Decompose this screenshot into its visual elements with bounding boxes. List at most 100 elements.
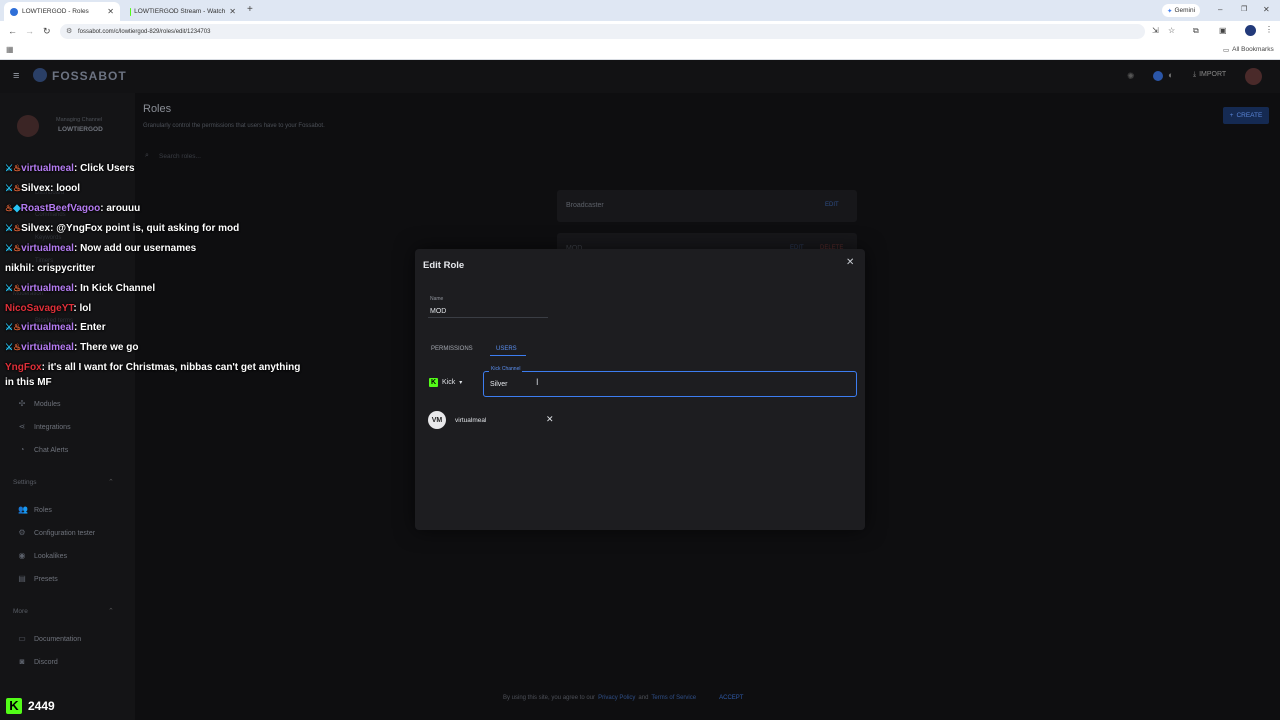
new-tab-button[interactable]: + — [247, 4, 253, 15]
sidebar-item-label: Roles — [34, 506, 52, 514]
chat-text: lol — [79, 303, 92, 314]
install-icon[interactable]: ⇲ — [1152, 26, 1159, 35]
chat-username: nikhil — [5, 263, 32, 274]
hamburger-icon[interactable]: ≡ — [13, 70, 19, 82]
close-tab-icon[interactable]: ✕ — [229, 7, 236, 16]
viewer-count-value: 2449 — [28, 699, 55, 713]
import-button[interactable]: ⤓ IMPORT — [1193, 71, 1226, 79]
folder-icon: ▭ — [1223, 47, 1230, 54]
profile-avatar[interactable] — [1245, 25, 1256, 36]
caret-down-icon: ▾ — [459, 380, 463, 386]
accept-cookies-button[interactable]: ACCEPT — [719, 695, 743, 701]
tab-users[interactable]: USERS — [496, 346, 517, 352]
fossabot-favicon-icon — [10, 7, 18, 16]
sidebar-item-lookalikes[interactable]: ◉ Lookalikes — [18, 552, 68, 560]
chat-message: ⚔♨virtualmeal: There we go — [5, 342, 139, 353]
sidebar-item-label: Presets — [34, 575, 58, 583]
kick-channel-value: Silver — [490, 381, 508, 388]
logo-text[interactable]: FOSSABOT — [52, 69, 127, 83]
back-icon[interactable]: ← — [8, 26, 17, 36]
chat-message: ⚔♨virtualmeal: Click Users — [5, 163, 135, 174]
close-tab-icon[interactable]: ✕ — [107, 7, 114, 16]
forward-icon[interactable]: → — [25, 26, 34, 36]
edit-role-dialog: Edit Role ✕ Name MOD PERMISSIONS USERS K… — [415, 249, 865, 530]
chevron-up-icon[interactable]: ⌃ — [108, 478, 114, 486]
role-name: Broadcaster — [566, 202, 604, 209]
fire-badge-icon: ♨ — [13, 342, 22, 352]
sparkle-icon: ✦ — [1167, 7, 1173, 15]
chat-username: virtualmeal — [21, 322, 74, 333]
platform-select[interactable]: K Kick ▾ — [429, 378, 462, 387]
bell-icon: ◔ — [19, 445, 25, 454]
url-field[interactable]: ⚙ fossabot.com/c/lowtiergod-829/roles/ed… — [60, 24, 1145, 39]
site-info-icon[interactable]: ⚙ — [66, 27, 72, 35]
restore-icon[interactable]: ❐ — [1241, 5, 1247, 13]
chat-message: nikhil: crispycritter — [5, 263, 96, 274]
chat-message: YngFox: it's all I want for Christmas, n… — [5, 362, 301, 373]
sidebar-heading-more[interactable]: More — [13, 608, 28, 615]
window-close-icon[interactable]: ✕ — [1263, 5, 1270, 14]
menu-kebab-icon[interactable]: ⋮ — [1265, 25, 1273, 34]
chat-message: ⚔♨virtualmeal: Enter — [5, 322, 106, 333]
kick-channel-label: Kick Channel — [489, 366, 523, 372]
browser-tab-bar: LOWTIERGOD - Roles ✕ LOWTIERGOD Stream -… — [0, 0, 1280, 21]
sidebar-item-chat-alerts[interactable]: ◔ Chat Alerts — [18, 445, 69, 454]
sword-badge-icon: ⚔ — [5, 183, 14, 193]
chat-username: virtualmeal — [21, 342, 74, 353]
sidebar-item-documentation[interactable]: ▭ Documentation — [18, 635, 81, 643]
sidebar-item-discord[interactable]: ◙ Discord — [18, 658, 58, 666]
sidebar-item-modules[interactable]: ✣ Modules — [18, 400, 61, 408]
privacy-policy-link[interactable]: Privacy Policy — [598, 695, 635, 701]
fire-badge-icon: ♨ — [13, 283, 22, 293]
theme-toggle-icon[interactable]: ◐ — [1168, 70, 1173, 80]
terms-link[interactable]: Terms of Service — [651, 695, 696, 701]
fire-badge-icon: ♨ — [13, 183, 22, 193]
loading-icon: ✺ — [1127, 71, 1135, 81]
tab-title: LOWTIERGOD - Roles — [22, 8, 89, 15]
browser-tab-roles[interactable]: LOWTIERGOD - Roles ✕ — [4, 2, 120, 21]
sidebar-item-keywords[interactable]: Keywords — [35, 235, 61, 241]
extensions-icon[interactable]: ⧉ — [1193, 26, 1199, 36]
sidebar-heading-settings[interactable]: Settings — [13, 479, 37, 486]
browser-tab-stream[interactable]: LOWTIERGOD Stream - Watch ✕ — [124, 2, 242, 21]
chat-text: crispycritter — [37, 263, 96, 274]
chat-message: ⚔♨virtualmeal: In Kick Channel — [5, 283, 156, 294]
sidebar-item-label: Modules — [34, 400, 61, 408]
bookmark-star-icon[interactable]: ☆ — [1168, 26, 1175, 35]
close-icon[interactable]: ✕ — [846, 257, 854, 268]
chat-text: in this MF — [5, 377, 52, 388]
dialog-title: Edit Role — [423, 260, 465, 271]
search-input[interactable]: Search roles... — [159, 153, 201, 160]
name-field[interactable]: Name MOD — [428, 294, 548, 318]
chat-text: Now add our usernames — [80, 243, 197, 254]
chat-username: NicoSavageYT — [5, 303, 74, 314]
user-avatar[interactable] — [1245, 68, 1262, 85]
gemini-button[interactable]: ✦ Gemini — [1162, 4, 1201, 17]
chat-text: @YngFox point is, quit asking for mod — [56, 223, 240, 234]
sidebar-item-presets[interactable]: ▤ Presets — [18, 575, 58, 583]
remove-user-icon[interactable]: ✕ — [546, 414, 554, 425]
sidepanel-icon[interactable]: ▣ — [1219, 26, 1227, 35]
sidebar-item-label: Discord — [34, 658, 58, 666]
reload-icon[interactable]: ↻ — [43, 26, 51, 37]
sidebar-item-configuration-tester[interactable]: ⚙ Configuration tester — [18, 529, 95, 537]
chevron-up-icon[interactable]: ⌃ — [108, 607, 114, 615]
edit-role-button[interactable]: EDIT — [825, 202, 839, 208]
chat-username: virtualmeal — [21, 163, 74, 174]
tab-permissions[interactable]: PERMISSIONS — [431, 346, 473, 352]
chat-message: ♨◆RoastBeefVagoo: arouuu — [5, 203, 141, 214]
minimize-icon[interactable]: – — [1218, 5, 1222, 14]
channel-name: LOWTIERGOD — [58, 126, 103, 133]
all-bookmarks-button[interactable]: ▭ All Bookmarks — [1223, 46, 1274, 54]
sidebar-item-roles[interactable]: 👥 Roles — [18, 506, 52, 514]
page-title: Roles — [143, 103, 172, 115]
create-button[interactable]: + CREATE — [1223, 107, 1269, 124]
sidebar-item-label: Integrations — [34, 423, 71, 431]
kick-channel-input[interactable]: Kick Channel Silver I — [483, 366, 857, 397]
all-bookmarks-label: All Bookmarks — [1232, 46, 1274, 53]
sidebar-item-integrations[interactable]: ⋖ Integrations — [18, 423, 71, 431]
chat-message: ⚔♨Silvex: @YngFox point is, quit asking … — [5, 223, 240, 234]
chat-username: virtualmeal — [21, 243, 74, 254]
apps-grid-icon[interactable]: ▦ — [6, 45, 14, 54]
chat-username: virtualmeal — [21, 283, 74, 294]
